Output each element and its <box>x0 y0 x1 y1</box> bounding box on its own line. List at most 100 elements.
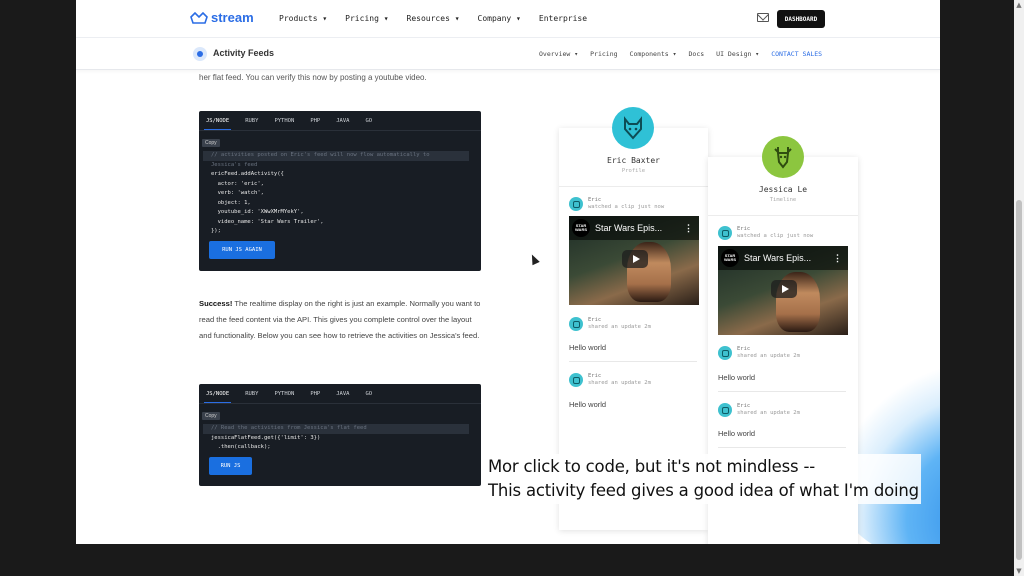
feed-text: Hello world <box>569 400 607 409</box>
more-options-icon[interactable]: ⋮ <box>684 223 693 234</box>
menu-products[interactable]: Products ▾ <box>279 14 327 23</box>
sub-nav-title[interactable]: Activity Feeds <box>213 48 274 58</box>
run-js-button[interactable]: RUN JS <box>209 457 252 475</box>
tab-ruby[interactable]: RUBY <box>245 391 258 397</box>
stream-boat-icon <box>190 11 208 24</box>
menu-pricing[interactable]: Pricing ▾ <box>345 14 388 23</box>
menu-enterprise[interactable]: Enterprise <box>539 14 587 23</box>
sub-menu-components[interactable]: Components ▾ <box>630 50 677 58</box>
code-block-get-feed: JS/NODE RUBY PYTHON PHP JAVA GO Copy // … <box>199 384 481 486</box>
divider <box>718 391 846 392</box>
caption-line-2: This activity feed gives a good idea of … <box>488 481 919 500</box>
language-tabs: JS/NODE RUBY PYTHON PHP JAVA GO <box>199 111 481 131</box>
dashboard-button[interactable]: DASHBOARD <box>777 10 825 28</box>
sub-nav: Activity Feeds Overview ▾ Pricing Compon… <box>76 39 940 70</box>
code-line: verb: 'watch', <box>211 190 264 196</box>
video-title[interactable]: Star Wars Epis... <box>744 253 833 263</box>
scroll-up-icon[interactable]: ▲ <box>1014 0 1024 10</box>
video-title-bar: STAR WARS Star Wars Epis... ⋮ <box>718 246 848 270</box>
play-icon[interactable] <box>622 250 648 268</box>
tab-ruby[interactable]: RUBY <box>245 118 258 124</box>
tab-go[interactable]: GO <box>366 391 373 397</box>
code-line: actor: 'eric', <box>211 180 264 187</box>
stream-logo[interactable]: stream <box>190 10 254 25</box>
divider <box>569 361 697 362</box>
card-subtitle: Profile <box>621 168 646 174</box>
menu-company[interactable]: Company ▾ <box>478 14 521 23</box>
copy-button[interactable]: Copy <box>202 139 220 147</box>
feed-item-header: Eric watched a clip just now <box>718 226 813 240</box>
tab-python[interactable]: PYTHON <box>274 391 294 397</box>
success-paragraph: Success! The realtime display on the rig… <box>199 296 484 344</box>
code-line: youtube_id: 'XWwXMrMYekY', <box>211 209 304 215</box>
video-player[interactable]: STAR WARS Star Wars Epis... ⋮ <box>569 216 699 305</box>
mail-icon[interactable] <box>757 13 769 22</box>
star-wars-icon: STAR WARS <box>572 219 590 237</box>
code-block-add-activity: JS/NODE RUBY PYTHON PHP JAVA GO Copy // … <box>199 111 481 271</box>
code-line: ericFeed.addActivity({ <box>211 171 284 177</box>
brand-name: stream <box>211 10 254 25</box>
tab-php[interactable]: PHP <box>310 391 320 397</box>
divider <box>708 215 858 216</box>
code-comment: Jessica's feed <box>211 161 258 168</box>
sub-menu-docs[interactable]: Docs <box>689 50 705 58</box>
code-line: .then(callback); <box>211 444 271 450</box>
top-nav: stream Products ▾ Pricing ▾ Resources ▾ … <box>76 0 940 38</box>
tab-php[interactable]: PHP <box>310 118 320 124</box>
success-text: The realtime display on the right is jus… <box>199 299 481 340</box>
scroll-down-icon[interactable]: ▼ <box>1014 566 1024 576</box>
deer-avatar-icon <box>762 136 804 178</box>
feed-text: Hello world <box>718 373 756 382</box>
success-bold: Success! <box>199 299 233 308</box>
feed-item-header: Eric watched a clip just now <box>569 197 664 211</box>
feed-meta: Eric watched a clip just now <box>588 197 665 210</box>
card-name: Eric Baxter <box>607 156 660 165</box>
video-title[interactable]: Star Wars Epis... <box>595 223 684 233</box>
divider <box>718 447 846 448</box>
sub-menu: Overview ▾ Pricing Components ▾ Docs UI … <box>539 50 834 58</box>
code-comment: // Read the activities from Jessica's fl… <box>203 424 469 434</box>
more-options-icon[interactable]: ⋮ <box>833 253 842 264</box>
code-line: jessicaFlatFeed.get({'limit': 3}) <box>211 434 321 441</box>
feed-meta: Eric shared an update 2m <box>588 317 651 330</box>
video-player[interactable]: STAR WARS Star Wars Epis... ⋮ <box>718 246 848 335</box>
avatar <box>718 226 732 240</box>
code-lines: // activities posted on Eric's feed will… <box>199 149 481 237</box>
intro-text: her flat feed. You can verify this now b… <box>199 73 427 82</box>
caption-line-1: Mor click to code, but it's not mindless… <box>488 457 815 476</box>
contact-sales-link[interactable]: CONTACT SALES <box>771 50 822 58</box>
code-line: video_name: 'Star Wars Trailer', <box>211 218 324 225</box>
copy-button[interactable]: Copy <box>202 412 220 420</box>
card-name: Jessica Le <box>758 185 808 194</box>
feed-meta: Eric shared an update 2m <box>737 403 800 416</box>
feed-item-header: Eric shared an update 2m <box>569 373 651 387</box>
tab-java[interactable]: JAVA <box>336 391 349 397</box>
wolf-avatar-icon <box>612 107 654 149</box>
avatar <box>569 317 583 331</box>
feed-text: Hello world <box>718 429 756 438</box>
avatar <box>718 346 732 360</box>
feed-item-header: Eric shared an update 2m <box>569 317 651 331</box>
code-comment: // activities posted on Eric's feed will… <box>203 151 469 161</box>
star-wars-icon: STAR WARS <box>721 249 739 267</box>
run-js-again-button[interactable]: RUN JS AGAIN <box>209 241 275 259</box>
code-line: }); <box>211 228 221 234</box>
menu-resources[interactable]: Resources ▾ <box>407 14 460 23</box>
avatar <box>718 403 732 417</box>
sub-menu-ui-design[interactable]: UI Design ▾ <box>716 50 759 58</box>
play-icon[interactable] <box>771 280 797 298</box>
avatar <box>569 373 583 387</box>
tab-java[interactable]: JAVA <box>336 118 349 124</box>
main-menu: Products ▾ Pricing ▾ Resources ▾ Company… <box>279 14 605 23</box>
sub-menu-overview[interactable]: Overview ▾ <box>539 50 578 58</box>
feed-meta: Eric shared an update 2m <box>737 346 800 359</box>
tab-python[interactable]: PYTHON <box>274 118 294 124</box>
sub-menu-pricing[interactable]: Pricing <box>590 50 617 58</box>
feed-item-header: Eric shared an update 2m <box>718 403 800 417</box>
tab-go[interactable]: GO <box>366 118 373 124</box>
tab-js-node[interactable]: JS/NODE <box>203 118 232 130</box>
tab-js-node[interactable]: JS/NODE <box>203 391 232 403</box>
language-tabs: JS/NODE RUBY PYTHON PHP JAVA GO <box>199 384 481 404</box>
scrollbar-thumb[interactable] <box>1016 200 1022 560</box>
divider <box>559 186 708 187</box>
